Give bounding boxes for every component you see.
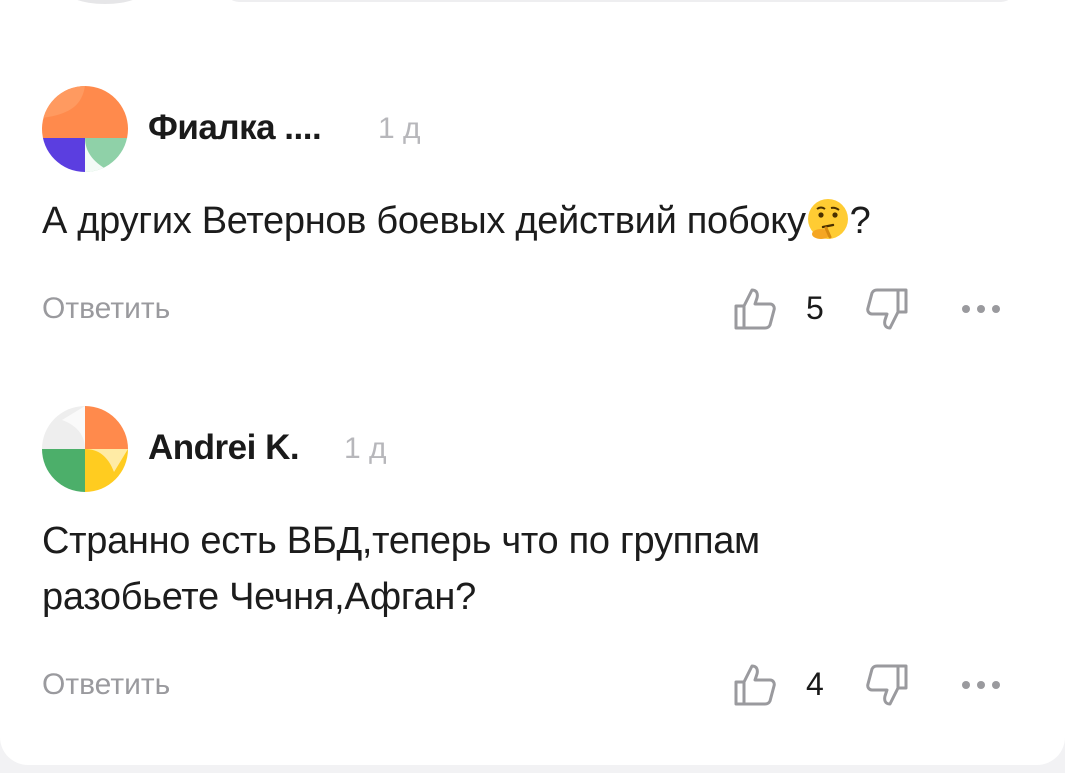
- comment-header: Andrei K. 1 д: [42, 406, 642, 492]
- comment-text-line: Странно есть ВБД,теперь что по группам: [42, 520, 760, 562]
- previous-avatar-edge: [62, 0, 148, 4]
- comments-sheet: Фиалка .... 1 д А других Ветернов боевых…: [0, 0, 1065, 765]
- comment-time: 1 д: [378, 112, 421, 145]
- comment-header: Фиалка .... 1 д: [42, 86, 642, 172]
- comment-time: 1 д: [344, 432, 387, 465]
- author-name[interactable]: Фиалка ....: [148, 108, 322, 148]
- thumbs-up-icon[interactable]: [732, 660, 778, 710]
- like-count: 5: [806, 290, 824, 326]
- thumbs-down-icon[interactable]: [864, 660, 910, 710]
- comment-actions: 4: [732, 660, 1022, 710]
- more-dots-icon[interactable]: [954, 284, 1014, 334]
- comment-text-line: ?: [849, 200, 871, 242]
- thumbs-down-icon[interactable]: [864, 284, 910, 334]
- more-dots-icon[interactable]: [954, 660, 1014, 710]
- comment-text: А других Ветернов боевых действий побоку…: [42, 194, 871, 249]
- author-name[interactable]: Andrei K.: [148, 428, 300, 468]
- thinking-face-icon: [806, 197, 850, 241]
- comment-text-line: разобьете Чечня,Афган?: [42, 576, 476, 618]
- like-count: 4: [806, 666, 824, 702]
- reply-button[interactable]: Ответить: [42, 292, 170, 326]
- thumbs-up-icon[interactable]: [732, 284, 778, 334]
- previous-comment-input-edge: [225, 0, 1015, 2]
- comment-text-line: А других Ветернов боевых действий побоку: [42, 200, 806, 242]
- avatar[interactable]: [42, 86, 128, 172]
- comment-actions: 5: [732, 284, 1022, 334]
- avatar[interactable]: [42, 406, 128, 492]
- reply-button[interactable]: Ответить: [42, 668, 170, 702]
